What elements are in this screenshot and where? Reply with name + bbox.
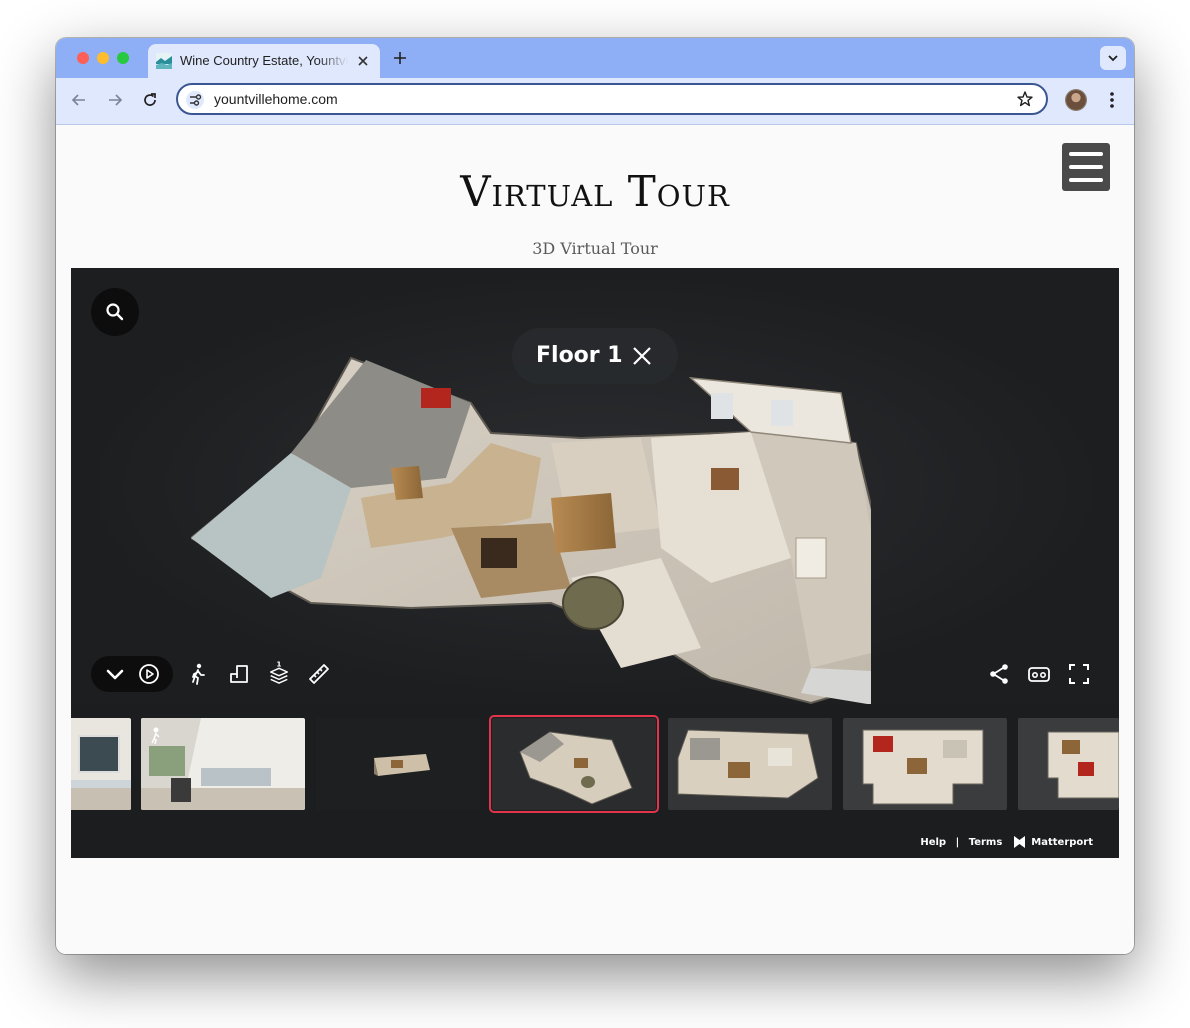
bookmark-star-icon[interactable] — [1016, 90, 1034, 108]
fullscreen-icon[interactable] — [1067, 662, 1091, 686]
page-title: Virtual Tour — [460, 167, 730, 216]
thumbnail-dollhouse-top[interactable] — [668, 718, 832, 810]
viewer-footer: Help | Terms Matterport — [920, 836, 1093, 848]
page-subtitle: 3D Virtual Tour — [532, 239, 658, 258]
playback-controls — [91, 656, 173, 692]
chevron-down-icon[interactable] — [103, 662, 127, 686]
thumbnail-image — [843, 718, 1007, 810]
page-content: Virtual Tour 3D Virtual Tour Floor 1 1 H… — [56, 125, 1134, 954]
reload-icon[interactable] — [141, 91, 159, 109]
floors-layers-icon[interactable]: 1 — [267, 660, 291, 684]
help-link[interactable]: Help — [920, 837, 946, 848]
measure-ruler-icon[interactable] — [307, 662, 331, 686]
close-icon[interactable] — [632, 346, 652, 366]
thumbnail-dollhouse-angled[interactable] — [489, 715, 659, 813]
vr-headset-icon[interactable] — [1027, 662, 1051, 686]
thumbnail-image — [71, 718, 131, 810]
play-tour-icon[interactable] — [137, 662, 161, 686]
search-icon — [106, 303, 124, 321]
close-tab-icon[interactable] — [356, 54, 370, 68]
thumbnail-image — [668, 718, 832, 810]
tab-title: Wine Country Estate, Yountville — [180, 53, 348, 68]
profile-avatar[interactable] — [1066, 90, 1086, 110]
dollhouse-view[interactable]: Floor 1 1 — [71, 268, 1119, 705]
thumbnail-room-photo-walkthrough[interactable] — [141, 718, 305, 810]
floor-selector[interactable]: Floor 1 — [512, 328, 678, 384]
browser-window: Wine Country Estate, Yountville yountvil… — [56, 38, 1134, 954]
menu-bar — [1069, 152, 1103, 156]
maximize-window-button[interactable] — [117, 52, 129, 64]
matterport-link[interactable]: Matterport — [1031, 837, 1093, 848]
search-button[interactable] — [91, 288, 139, 336]
address-bar[interactable]: yountvillehome.com — [176, 83, 1048, 115]
floor-label: Floor 1 — [536, 343, 623, 368]
footer-separator: | — [955, 836, 960, 848]
thumbnail-room-photo[interactable] — [71, 718, 131, 810]
tab-search-button[interactable] — [1100, 46, 1126, 70]
highlight-reel: Help | Terms Matterport — [71, 704, 1119, 858]
thumbnail-image — [492, 718, 656, 810]
chevron-down-icon — [1108, 55, 1118, 62]
site-favicon-icon — [156, 53, 172, 69]
new-tab-icon[interactable] — [392, 50, 408, 66]
thumbnail-dollhouse-side[interactable] — [316, 718, 480, 810]
minimize-window-button[interactable] — [97, 52, 109, 64]
browser-toolbar: yountvillehome.com — [56, 78, 1134, 125]
thumbnail-floorplan[interactable] — [843, 718, 1007, 810]
back-arrow-icon[interactable] — [70, 91, 88, 109]
floor-badge: 1 — [276, 660, 281, 668]
forward-arrow-icon[interactable] — [106, 91, 124, 109]
floorplan-icon[interactable] — [227, 662, 251, 686]
dollhouse-model[interactable] — [191, 348, 871, 708]
more-menu-icon[interactable] — [1102, 90, 1122, 110]
thumbnail-image — [1018, 718, 1119, 810]
close-window-button[interactable] — [77, 52, 89, 64]
tab-bar: Wine Country Estate, Yountville — [56, 38, 1134, 78]
thumbnail-floorplan-partial[interactable] — [1018, 718, 1119, 810]
walk-inside-icon[interactable] — [186, 662, 210, 686]
matterport-viewer[interactable]: Floor 1 1 Help | Terms Matterport — [71, 268, 1119, 858]
matterport-logo-icon — [1013, 836, 1025, 848]
site-settings-icon[interactable] — [186, 91, 204, 109]
terms-link[interactable]: Terms — [969, 837, 1003, 848]
thumbnail-image — [141, 718, 305, 810]
url-text: yountvillehome.com — [214, 91, 338, 107]
thumbnail-image — [316, 718, 480, 810]
share-icon[interactable] — [987, 662, 1011, 686]
browser-tab[interactable]: Wine Country Estate, Yountville — [148, 44, 380, 78]
